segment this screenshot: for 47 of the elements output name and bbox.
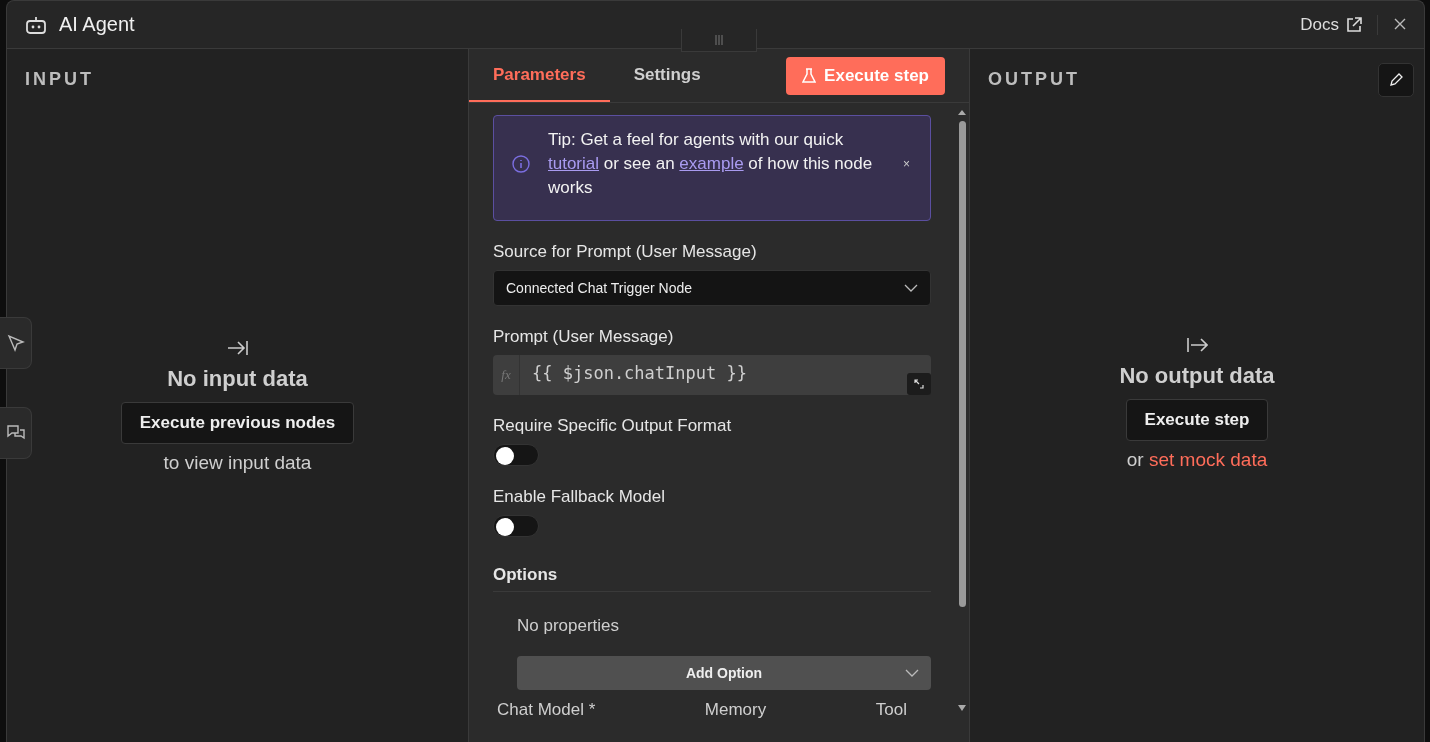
tip-link[interactable]: tutorial — [548, 154, 600, 173]
tip-link[interactable]: example — [679, 154, 744, 173]
field-label: Prompt (User Message) — [493, 327, 675, 347]
execute-step-button[interactable]: Execute step — [1125, 399, 1269, 441]
add-option-button[interactable]: Add Option — [517, 656, 931, 690]
arrow-to-line-icon — [226, 340, 249, 356]
options-heading: Options — [493, 565, 931, 592]
prompt-source-select[interactable]: Connected Chat Trigger Node — [493, 270, 931, 306]
fx-label: fx — [493, 355, 520, 395]
field-label: Enable Fallback Model — [493, 487, 666, 507]
docs-link[interactable]: Docs — [1300, 14, 1378, 35]
edit-button[interactable] — [1378, 63, 1414, 97]
connection-label: Chat Model * — [497, 700, 596, 720]
field-label: Source for Prompt (User Message) — [493, 242, 758, 262]
external-link-icon — [1345, 15, 1363, 34]
expand-icon[interactable] — [907, 373, 931, 395]
panel-tab[interactable]: Settings — [609, 49, 725, 102]
close-icon — [1394, 18, 1406, 30]
drag-handle-icon[interactable] — [681, 29, 757, 52]
robot-icon — [25, 14, 47, 35]
dismiss-button[interactable]: × — [897, 156, 916, 172]
cursor-icon[interactable] — [0, 317, 32, 369]
field-label: Require Specific Output Format — [493, 416, 733, 436]
empty-options-text: No properties — [517, 616, 621, 636]
empty-state-hint: to view input data — [163, 452, 312, 474]
pencil-icon — [1389, 73, 1403, 87]
chat-icon[interactable] — [0, 407, 32, 459]
toggle-switch[interactable] — [493, 515, 539, 537]
execute-previous-button[interactable]: Execute previous nodes — [120, 402, 355, 444]
connection-label: Memory — [704, 700, 767, 720]
flask-icon — [802, 67, 817, 84]
empty-state-title: No input data — [167, 366, 308, 392]
info-icon — [512, 155, 530, 173]
chevron-down-icon — [904, 284, 918, 292]
prompt-expression-field[interactable]: fx {{ $json.chatInput }} — [493, 355, 931, 395]
arrow-to-line-icon — [1186, 337, 1208, 353]
panel-tab[interactable]: Parameters — [469, 49, 610, 102]
mock-data-link[interactable]: set mock data — [1148, 449, 1268, 470]
empty-state-title: No output data — [1119, 363, 1275, 389]
panel-heading: OUTPUT — [987, 68, 1081, 90]
panel-heading: INPUT — [24, 68, 95, 90]
toggle-switch[interactable] — [493, 444, 539, 466]
window-title: AI Agent — [59, 13, 135, 36]
tip-text: Tip: Get a feel for agents with our quick tutorial or see an example of how this node works — [548, 129, 874, 199]
empty-state-hint: or set mock data — [1126, 449, 1268, 471]
chevron-down-icon — [905, 669, 919, 677]
connection-label: Tool — [875, 700, 907, 720]
